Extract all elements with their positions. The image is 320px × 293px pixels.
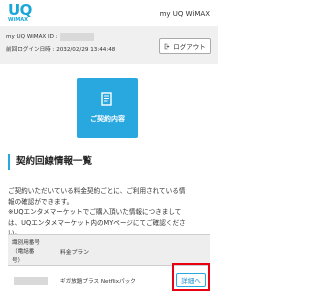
uq-wimax-logo[interactable]: UQ WiMAX <box>8 1 32 23</box>
col-id-header-line: （電話番 <box>12 249 35 255</box>
line-id-masked <box>14 277 48 285</box>
description-line: 報の確認ができます。 <box>8 197 74 206</box>
description-line: ご契約いただいている料金契約ごとに、ご利用されている情 <box>8 187 186 195</box>
contract-details-button[interactable]: ご契約内容 <box>77 78 138 138</box>
contract-button-label: ご契約内容 <box>90 115 125 123</box>
logout-label: ログアウト <box>173 43 206 51</box>
highlight-annotation <box>172 263 210 291</box>
logo-main-text: UQ <box>8 1 32 19</box>
plan-name: ギガ放題プラス Netflixパック <box>60 279 136 285</box>
section-title: 契約回線情報一覧 <box>8 154 92 170</box>
col-id-header-line: 号） <box>12 258 24 264</box>
description-text: ご契約いただいている料金契約ごとに、ご利用されている情 報の確認ができます。 ※… <box>8 186 214 239</box>
header-title: my UQ WiMAX <box>159 10 210 18</box>
col-plan-header: 料金プラン <box>60 250 89 256</box>
user-info-bar: my UQ WiMAX ID : 前回ログイン日時 : 2032/02/29 1… <box>0 26 218 64</box>
logout-button[interactable]: ログアウト <box>159 38 211 54</box>
last-login-text: 前回ログイン日時 : 2032/02/29 13:44:48 <box>6 47 116 53</box>
description-line: ※UQエンタメマーケットでご購入頂いた情報につきまして <box>8 208 182 217</box>
col-id-header-line: 識別用番号 <box>12 240 40 246</box>
document-icon <box>101 92 112 106</box>
table-header: 識別用番号 （電話番 号） 料金プラン <box>8 235 210 266</box>
app-header: UQ WiMAX my UQ WiMAX <box>0 0 218 26</box>
user-id-value-masked <box>60 33 94 41</box>
user-id-label: my UQ WiMAX ID : <box>6 34 58 40</box>
description-line: は、UQエンタメマーケット内のMYページにてご確認くださ <box>8 218 186 227</box>
logout-arrow-icon <box>164 43 170 49</box>
